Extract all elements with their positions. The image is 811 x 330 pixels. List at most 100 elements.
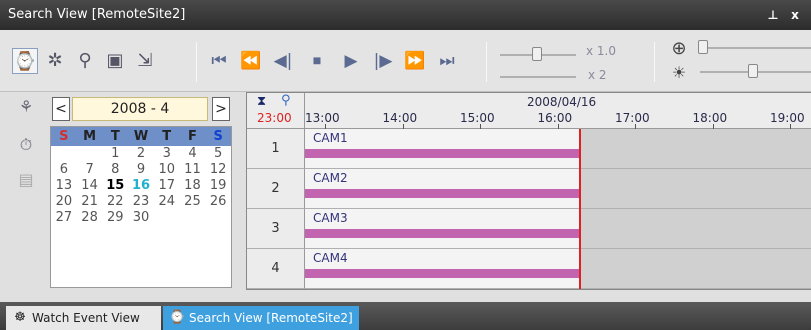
calendar-day[interactable]: 30 bbox=[128, 210, 154, 226]
next-month-button[interactable]: > bbox=[212, 97, 230, 121]
event-search-icon[interactable]: ✲ bbox=[42, 48, 68, 74]
zoom-slider[interactable] bbox=[700, 47, 811, 49]
calendar-day[interactable]: 6 bbox=[51, 162, 77, 178]
calendar-day[interactable]: 5 bbox=[205, 146, 231, 162]
calendar-day[interactable]: 25 bbox=[180, 194, 206, 210]
time-tick-label: 14:00 bbox=[382, 111, 418, 125]
hourglass-icon[interactable]: ⧗ bbox=[257, 94, 266, 109]
camera-row-number[interactable]: 1 bbox=[247, 129, 305, 169]
calendar-empty-cell bbox=[205, 210, 231, 226]
calendar-day[interactable]: 29 bbox=[102, 210, 128, 226]
brightness-slider-thumb[interactable] bbox=[748, 64, 758, 78]
calendar-grid: S M T W T F S 1 2 3 4 5 6 7 8 9 10 11 12 13 14 15 16 17 1… bbox=[50, 126, 232, 288]
weekday-label: M bbox=[83, 129, 97, 144]
calendar-empty-cell bbox=[180, 210, 206, 226]
camera-row-number[interactable]: 3 bbox=[247, 209, 305, 249]
storage-icon[interactable]: ▤ bbox=[14, 168, 38, 192]
calendar-day[interactable]: 26 bbox=[205, 194, 231, 210]
clock-icon[interactable]: ⏱ bbox=[14, 133, 38, 157]
time-tick-label: 15:00 bbox=[460, 111, 495, 125]
time-tick-label: 19:00 bbox=[770, 111, 805, 125]
close-icon[interactable]: x bbox=[786, 6, 804, 24]
tab-watch-event-view[interactable]: ☸ Watch Event View bbox=[6, 306, 161, 330]
current-time-label: 23:00 bbox=[257, 111, 292, 125]
calendar-day[interactable]: 23 bbox=[128, 194, 154, 210]
calendar-day[interactable]: 7 bbox=[77, 162, 103, 178]
camera-lane[interactable]: CAM2 bbox=[305, 169, 811, 209]
prev-month-button[interactable]: < bbox=[52, 97, 70, 121]
fast-rewind-button[interactable]: ⏪ bbox=[240, 48, 262, 74]
tab-bar: ☸ Watch Event View ⌚ Search View [Remote… bbox=[0, 302, 811, 330]
zoom-slider-thumb[interactable] bbox=[698, 40, 708, 54]
export-icon[interactable]: ⇲ bbox=[132, 48, 158, 74]
camera-label: CAM2 bbox=[313, 171, 348, 185]
calendar-day[interactable]: 21 bbox=[77, 194, 103, 210]
timeline: ⧗ ⚲ 23:00 2008/04/16 13:00 14:00 15:00 16:0… bbox=[246, 92, 811, 290]
fast-forward-button[interactable]: ⏩ bbox=[404, 48, 426, 74]
camera-row-number[interactable]: 4 bbox=[247, 249, 305, 289]
camera-select-icon[interactable]: ⚘ bbox=[14, 95, 38, 119]
weekday-label: S bbox=[59, 129, 69, 144]
zoom-out-icon[interactable]: ⚲ bbox=[281, 93, 291, 108]
speed-label: x 1.0 bbox=[586, 44, 616, 58]
speed-slider-thumb[interactable] bbox=[532, 47, 542, 61]
playback-position-line[interactable] bbox=[579, 129, 582, 289]
calendar-week-row: 6 7 8 9 10 11 12 bbox=[51, 162, 231, 178]
pin-icon[interactable]: ⊥ bbox=[764, 6, 782, 24]
recording-bar[interactable] bbox=[305, 229, 581, 238]
calendar-day[interactable]: 16 bbox=[128, 178, 154, 194]
recording-bar[interactable] bbox=[305, 269, 581, 278]
recording-bar[interactable] bbox=[305, 189, 581, 198]
calendar-day[interactable]: 17 bbox=[154, 178, 180, 194]
calendar-day[interactable]: 11 bbox=[180, 162, 206, 178]
calendar-day[interactable]: 4 bbox=[180, 146, 206, 162]
calendar-day[interactable]: 2 bbox=[128, 146, 154, 162]
timeline-header: ⧗ ⚲ 23:00 2008/04/16 13:00 14:00 15:00 16:0… bbox=[247, 93, 811, 129]
calendar-day[interactable]: 1 bbox=[102, 146, 128, 162]
calendar-day[interactable]: 12 bbox=[205, 162, 231, 178]
calendar-day[interactable]: 10 bbox=[154, 162, 180, 178]
calendar-day[interactable]: 24 bbox=[154, 194, 180, 210]
motion-search-icon[interactable]: ⚲ bbox=[72, 48, 98, 74]
camera-lane[interactable]: CAM3 bbox=[305, 209, 811, 249]
camera-lane[interactable]: CAM1 bbox=[305, 129, 811, 169]
calendar-day[interactable]: 9 bbox=[128, 162, 154, 178]
step-forward-button[interactable]: |▶ bbox=[372, 48, 394, 74]
step-back-button[interactable]: ◀| bbox=[272, 48, 294, 74]
calendar-week-row: 27 28 29 30 bbox=[51, 210, 231, 226]
calendar-day[interactable]: 27 bbox=[51, 210, 77, 226]
calendar-week-row: 20 21 22 23 24 25 26 bbox=[51, 194, 231, 210]
time-tick-label: 16:00 bbox=[537, 111, 573, 125]
time-tick-label: 18:00 bbox=[692, 111, 728, 125]
play-button[interactable]: ▶ bbox=[340, 48, 362, 74]
camera-row-number[interactable]: 2 bbox=[247, 169, 305, 209]
camera-label: CAM4 bbox=[313, 251, 348, 265]
toolbar-separator bbox=[196, 42, 197, 82]
search-view-icon: ⌚ bbox=[169, 310, 186, 325]
camera-lane[interactable]: CAM4 bbox=[305, 249, 811, 289]
calendar-day[interactable]: 3 bbox=[154, 146, 180, 162]
brightness-icon: ☀ bbox=[671, 63, 687, 82]
calendar-day[interactable]: 8 bbox=[102, 162, 128, 178]
calendar-day[interactable]: 19 bbox=[205, 178, 231, 194]
go-first-button[interactable]: ⏮ bbox=[208, 48, 230, 74]
calendar-day[interactable]: 15 bbox=[102, 178, 128, 194]
calendar-day[interactable]: 14 bbox=[77, 178, 103, 194]
clock-search-icon[interactable]: ⌚ bbox=[12, 48, 38, 74]
calendar-day[interactable]: 18 bbox=[180, 178, 206, 194]
calendar-day[interactable]: 13 bbox=[51, 178, 77, 194]
tab-label: Watch Event View bbox=[32, 311, 140, 325]
window-title: Search View [RemoteSite2] bbox=[8, 7, 186, 22]
calendar-day[interactable]: 28 bbox=[77, 210, 103, 226]
stop-button[interactable]: ⏹ bbox=[306, 48, 328, 74]
calendar-day[interactable]: 22 bbox=[102, 194, 128, 210]
tab-search-view[interactable]: ⌚ Search View [RemoteSite2] bbox=[163, 306, 359, 330]
recording-bar[interactable] bbox=[305, 149, 581, 158]
month-label: 2008 - 4 bbox=[72, 97, 208, 121]
time-tick-label: 17:00 bbox=[615, 111, 650, 125]
tab-label: Search View [RemoteSite2] bbox=[189, 311, 353, 325]
go-last-button[interactable]: ⏭ bbox=[436, 48, 458, 74]
step-slider[interactable] bbox=[500, 76, 576, 78]
text-search-icon[interactable]: ▣ bbox=[102, 48, 128, 74]
calendar-day[interactable]: 20 bbox=[51, 194, 77, 210]
